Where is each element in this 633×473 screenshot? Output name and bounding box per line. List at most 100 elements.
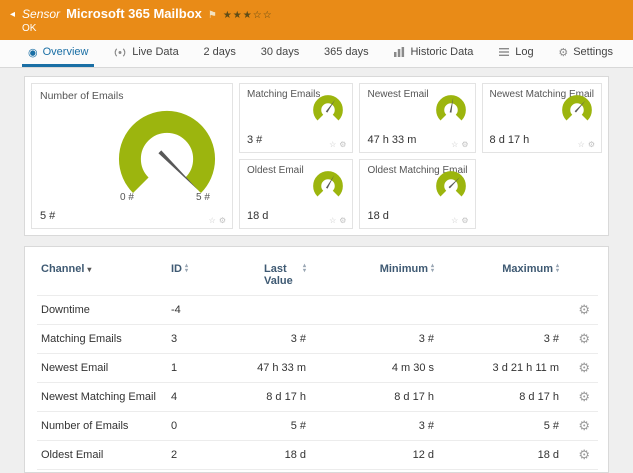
favorite-star-icon[interactable]: ☆	[451, 140, 458, 149]
channel-table: Channel ▾ ID ▴ ▾ Last Value ▴ ▾ Minimum ▴ ▾ Max…	[37, 261, 598, 472]
column-header-id[interactable]: ID ▴ ▾	[167, 261, 222, 296]
tab-live-data[interactable]: Live Data	[107, 40, 184, 67]
channel-minimum: 18 d	[310, 469, 438, 472]
gauge-tile-icons: ☆ ⚙	[329, 140, 346, 149]
channel-name[interactable]: Matching Emails	[37, 324, 167, 354]
flag-icon[interactable]: ⚑	[208, 10, 217, 21]
column-header-last-value[interactable]: Last Value ▴ ▾	[222, 261, 310, 296]
channel-name[interactable]: Oldest Matching Email	[37, 469, 167, 472]
gauge-tile-newest-matching-email: Newest Matching Email 8 d 17 h ☆ ⚙	[481, 83, 602, 153]
tab-label: 2 days	[203, 46, 236, 58]
table-row-matching-emails[interactable]: Matching Emails 3 3 # 3 # 3 # ⚙	[37, 324, 598, 354]
channel-maximum: 18 d	[438, 440, 563, 470]
gauge-tile-icons: ☆ ⚙	[451, 216, 468, 225]
oldest-matching-email-gauge	[435, 171, 466, 197]
gauge-settings-icon[interactable]: ⚙	[588, 140, 595, 149]
column-header-maximum[interactable]: Maximum ▴ ▾	[438, 261, 563, 296]
channel-maximum: 8 d 17 h	[438, 382, 563, 412]
channel-settings-icon[interactable]: ⚙	[578, 447, 590, 462]
favorite-star-icon[interactable]: ☆	[451, 216, 458, 225]
channel-name[interactable]: Newest Matching Email	[37, 382, 167, 412]
channel-id: 4	[167, 382, 222, 412]
gauge-value: 8 d 17 h	[489, 134, 530, 146]
tab-30-days[interactable]: 30 days	[255, 40, 306, 67]
table-row-number-of-emails[interactable]: Number of Emails 0 5 # 3 # 5 # ⚙	[37, 411, 598, 441]
channel-maximum: 3 d 21 h 11 m	[438, 353, 563, 383]
sort-icon: ▴ ▾	[185, 263, 189, 274]
tab-label: Overview	[42, 46, 89, 58]
gauge-tile-newest-email: Newest Email 47 h 33 m ☆ ⚙	[359, 83, 476, 153]
table-row-downtime[interactable]: Downtime -4 ⚙	[37, 295, 598, 325]
table-row-newest-email[interactable]: Newest Email 1 47 h 33 m 4 m 30 s 3 d 21…	[37, 353, 598, 383]
channel-maximum	[438, 295, 563, 325]
channel-last-value: 5 #	[222, 411, 310, 441]
column-header-minimum[interactable]: Minimum ▴ ▾	[310, 261, 438, 296]
table-row-oldest-matching-email[interactable]: Oldest Matching Email 5 18 d 18 d 18 d ⚙	[37, 469, 598, 472]
channel-settings-icon[interactable]: ⚙	[578, 418, 590, 433]
tab-historic-data[interactable]: Historic Data	[387, 40, 479, 67]
newest-matching-email-gauge	[562, 95, 592, 121]
gauge-scale-max: 5 #	[196, 192, 210, 203]
favorite-star-icon[interactable]: ☆	[329, 140, 336, 149]
channel-last-value: 8 d 17 h	[222, 382, 310, 412]
table-row-newest-matching-email[interactable]: Newest Matching Email 4 8 d 17 h 8 d 17 …	[37, 382, 598, 412]
log-icon	[498, 46, 510, 58]
small-gauge-grid: Matching Emails 3 # ☆ ⚙ Newest Email 47 …	[239, 83, 602, 229]
collapse-header-icon[interactable]: ◂	[10, 9, 15, 20]
tab-label: 365 days	[324, 46, 369, 58]
favorite-star-icon[interactable]: ☆	[209, 216, 216, 225]
channel-minimum: 12 d	[310, 440, 438, 470]
sort-desc-icon: ▾	[87, 265, 92, 274]
column-label: Last Value	[263, 263, 293, 287]
table-row-oldest-email[interactable]: Oldest Email 2 18 d 12 d 18 d ⚙	[37, 440, 598, 470]
tab-bar: ◉ Overview Live Data 2 days 30 days 365 …	[0, 40, 633, 68]
channel-settings-icon[interactable]: ⚙	[578, 389, 590, 404]
gauge-settings-icon[interactable]: ⚙	[461, 140, 468, 149]
channel-name[interactable]: Newest Email	[37, 353, 167, 383]
tab-settings[interactable]: ⚙ Settings	[552, 40, 619, 67]
column-header-channel[interactable]: Channel ▾	[37, 261, 167, 296]
gauge-value: 5 #	[40, 210, 56, 222]
tab-365-days[interactable]: 365 days	[318, 40, 375, 67]
gauge-settings-icon[interactable]: ⚙	[339, 216, 346, 225]
channel-id: 0	[167, 411, 222, 441]
channel-name[interactable]: Number of Emails	[37, 411, 167, 441]
tab-label: Settings	[573, 46, 613, 58]
channel-id: 1	[167, 353, 222, 383]
overview-icon: ◉	[28, 46, 38, 59]
channel-settings-icon[interactable]: ⚙	[578, 331, 590, 346]
favorite-star-icon[interactable]: ☆	[578, 140, 585, 149]
channel-table-section: Channel ▾ ID ▴ ▾ Last Value ▴ ▾ Minimum ▴ ▾ Max…	[24, 246, 609, 473]
channel-name[interactable]: Oldest Email	[37, 440, 167, 470]
gauge-tile-oldest-email: Oldest Email 18 d ☆ ⚙	[239, 159, 354, 229]
column-label: Minimum	[379, 263, 428, 275]
tab-log[interactable]: Log	[492, 40, 539, 67]
historic-data-icon	[393, 46, 405, 58]
tab-overview[interactable]: ◉ Overview	[22, 40, 95, 67]
channel-last-value: 3 #	[222, 324, 310, 354]
channel-settings-icon[interactable]: ⚙	[578, 360, 590, 375]
channel-last-value: 18 d	[222, 469, 310, 472]
tab-2-days[interactable]: 2 days	[198, 40, 242, 67]
sort-icon: ▴ ▾	[302, 263, 306, 274]
gauge-settings-icon[interactable]: ⚙	[219, 216, 226, 225]
sensor-header: ◂ Sensor Microsoft 365 Mailbox ⚑ ★★★☆☆ O…	[0, 0, 633, 40]
channel-last-value: 47 h 33 m	[222, 353, 310, 383]
sensor-status: OK	[22, 23, 37, 34]
gauge-tile-number-of-emails: Number of Emails 0 # 5 # 5 # ☆ ⚙	[31, 83, 233, 229]
gauge-scale-min: 0 #	[120, 192, 134, 203]
channel-minimum: 3 #	[310, 324, 438, 354]
channel-name[interactable]: Downtime	[37, 295, 167, 325]
favorite-star-icon[interactable]: ☆	[329, 216, 336, 225]
gauge-settings-icon[interactable]: ⚙	[461, 216, 468, 225]
channel-minimum: 4 m 30 s	[310, 353, 438, 383]
column-label: Maximum	[502, 263, 553, 275]
channel-maximum: 3 #	[438, 324, 563, 354]
tab-label: Historic Data	[410, 46, 474, 58]
matching-emails-gauge	[313, 95, 344, 121]
overview-content: Number of Emails 0 # 5 # 5 # ☆ ⚙ Matchin…	[0, 68, 633, 473]
priority-stars[interactable]: ★★★☆☆	[223, 10, 273, 21]
sensor-title: Microsoft 365 Mailbox	[66, 6, 202, 21]
channel-settings-icon[interactable]: ⚙	[578, 302, 590, 317]
gauge-settings-icon[interactable]: ⚙	[339, 140, 346, 149]
